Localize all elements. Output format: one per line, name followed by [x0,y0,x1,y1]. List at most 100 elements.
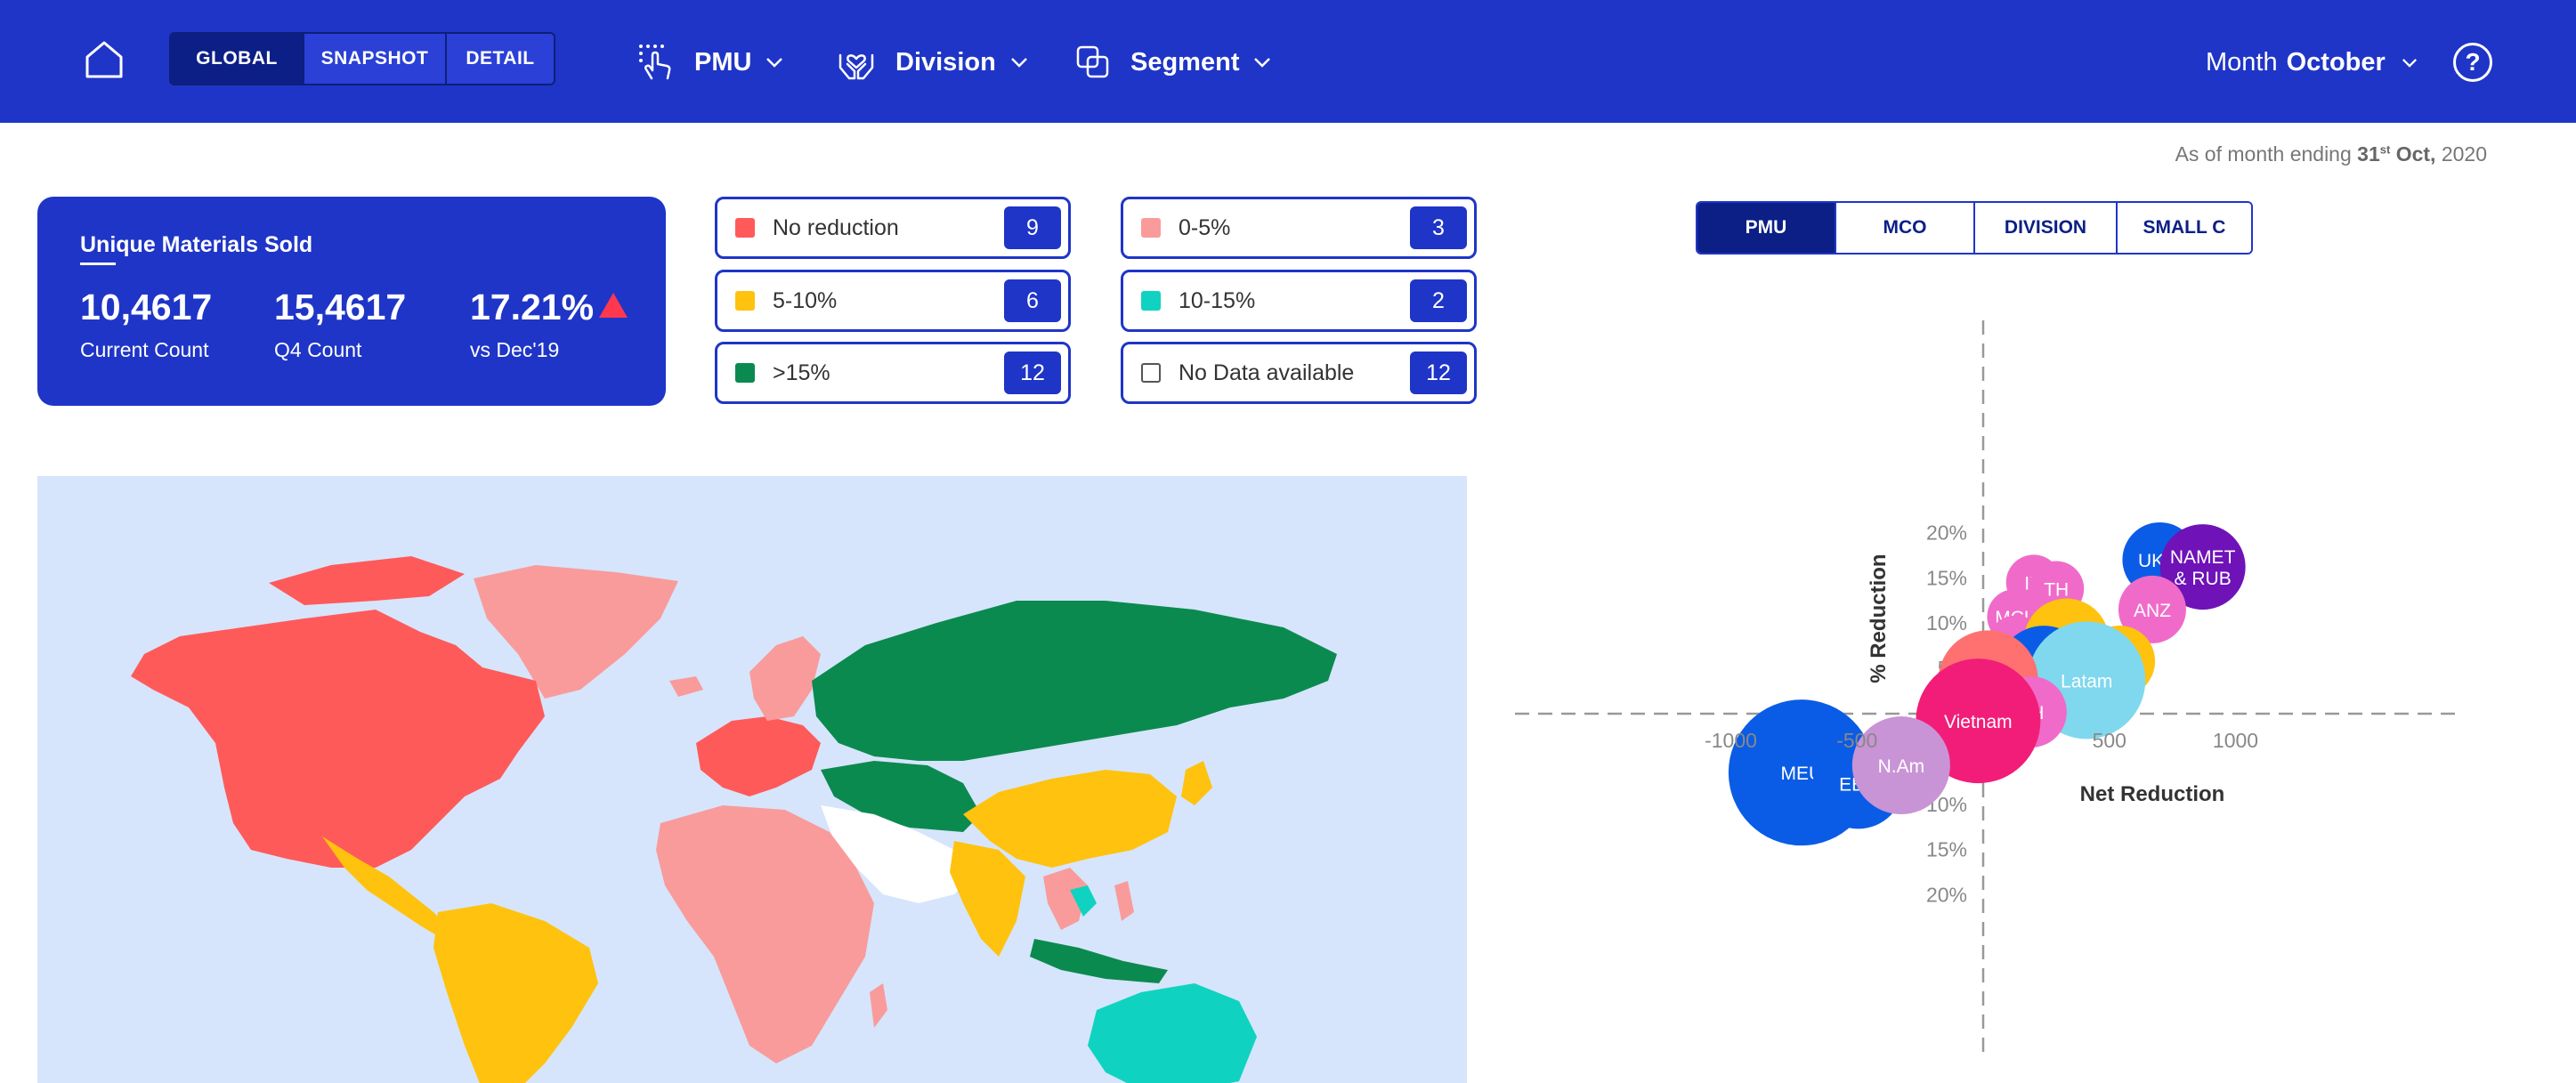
trend-up-icon [599,293,628,318]
map-region-india [950,841,1025,957]
stat-caption: vs Dec'19 [470,338,560,361]
legend-count: 12 [1410,352,1467,394]
world-map[interactable] [37,476,1467,1083]
month-selector[interactable]: Month October [2206,43,2418,82]
legend-swatch [1141,363,1161,383]
legend-label: No Data available [1179,360,1355,385]
copy-squares-icon [1076,45,1109,78]
stat-caption: Current Count [80,338,209,361]
tab-division[interactable]: DIVISION [1975,203,2118,253]
bubble-label: N.Am [1878,756,1925,777]
legend-5-10[interactable]: 5-10% 6 [715,270,1071,332]
y-tick-label: 10% [1926,611,1967,634]
as-of-day-suffix: st [2379,142,2391,157]
legend-count: 6 [1004,279,1061,322]
map-region-scandinavia [749,636,821,721]
legend-count: 2 [1410,279,1467,322]
home-icon[interactable] [82,37,126,82]
card-title-underline [80,263,116,265]
y-tick-label: 20% [1926,884,1967,907]
legend-no-reduction[interactable]: No reduction 9 [715,197,1071,259]
as-of-year: 2020 [2441,142,2487,166]
dashboard-root: { "header": { "view_tabs": [ {"label": "… [0,0,2576,1083]
pmu-filter-dropdown[interactable]: PMU [637,39,783,85]
as-of-prefix: As of month ending [2175,142,2352,166]
legend-over-15[interactable]: >15% 12 [715,342,1071,404]
legend-swatch [1141,218,1161,238]
map-region-north-america [131,610,545,868]
y-axis-title: % Reduction [1867,554,1891,683]
month-label: Month [2206,47,2278,77]
map-region-south-america [433,903,598,1083]
bubble-label: NAMET [2170,547,2236,568]
tab-pmu[interactable]: PMU [1697,203,1836,253]
stat-caption: Q4 Count [274,338,362,361]
unique-materials-card: Unique Materials Sold 10,4617 Current Co… [37,197,666,406]
as-of-month: Oct, [2395,142,2436,166]
as-of-day: 31 [2357,142,2380,166]
q4-count-stat: 15,4617 Q4 Count [274,289,406,362]
stat-value: 10,4617 [80,287,213,327]
legend-count: 9 [1004,206,1061,249]
map-region-madagascar [870,983,887,1028]
hands-heart-icon [838,53,874,80]
bubble-label: ANZ [2134,601,2171,621]
legend-no-data[interactable]: No Data available 12 [1121,342,1477,404]
x-tick-label: -500 [1836,729,1877,752]
segment-filter-label: Segment [1130,47,1240,77]
tab-small-c[interactable]: SMALL C [2118,203,2251,253]
chevron-down-icon [1254,58,1271,68]
chevron-down-icon [2402,58,2417,68]
touch-pointer-icon [639,44,671,80]
y-tick-label: 15% [1926,566,1967,589]
tab-snapshot[interactable]: SNAPSHOT [304,34,447,84]
help-icon[interactable]: ? [2453,43,2492,82]
legend-label: No reduction [773,214,899,240]
map-region-europe-west [696,716,821,796]
division-filter-label: Division [895,47,996,77]
bubble-chart: 20%15%10%5%5%10%15%20% UK&INAMET& RUBANZ… [1495,294,2483,1083]
tab-detail[interactable]: DETAIL [447,34,554,84]
vs-dec-stat: 17.21% vs Dec'19 [470,289,628,362]
map-region-australia [1088,983,1257,1083]
division-filter-dropdown[interactable]: Division [837,39,1028,85]
x-axis-title: Net Reduction [2080,782,2225,806]
x-tick-label: -1000 [1705,729,1757,752]
bubble-label: Vietnam [1944,712,2013,732]
pmu-filter-label: PMU [694,47,752,77]
map-region-indonesia [1030,939,1168,983]
bubble-chart-svg: 20%15%10%5%5%10%15%20% UK&INAMET& RUBANZ… [1515,320,2461,1059]
stat-value: 15,4617 [274,287,407,327]
legend-label: 10-15% [1179,287,1256,313]
legend-label: >15% [773,360,830,385]
current-count-stat: 10,4617 Current Count [80,289,212,362]
legend-10-15[interactable]: 10-15% 2 [1121,270,1477,332]
stat-value: 17.21% [470,287,595,327]
tab-global[interactable]: GLOBAL [171,34,304,84]
bubble-label: TH [2044,580,2069,601]
month-value: October [2286,47,2386,77]
x-tick-label: 500 [2093,729,2126,752]
map-region-arctic-islands [269,556,465,605]
legend-label: 5-10% [773,287,838,313]
top-navigation-bar: GLOBAL SNAPSHOT DETAIL PMU Division Segm… [0,0,2576,123]
bubble-label: Latam [2061,671,2112,691]
tab-mco[interactable]: MCO [1836,203,1975,253]
legend-swatch [735,291,755,311]
bubble-label: & RUB [2175,569,2232,589]
as-of-date: As of month ending 31st Oct, 2020 [2175,142,2487,166]
view-tabs: GLOBAL SNAPSHOT DETAIL [169,32,555,85]
legend-0-5[interactable]: 0-5% 3 [1121,197,1477,259]
legend-swatch [735,363,755,383]
card-title: Unique Materials Sold [80,232,313,257]
legend-swatch [735,218,755,238]
legend-count: 3 [1410,206,1467,249]
map-region-iceland [669,676,703,697]
legend-count: 12 [1004,352,1061,394]
chevron-down-icon [766,58,783,68]
segment-filter-dropdown[interactable]: Segment [1075,39,1271,85]
y-tick-label: 15% [1926,838,1967,861]
map-region-russia [812,601,1337,761]
x-tick-label: 1000 [2213,729,2258,752]
map-region-philippines [1114,881,1134,921]
